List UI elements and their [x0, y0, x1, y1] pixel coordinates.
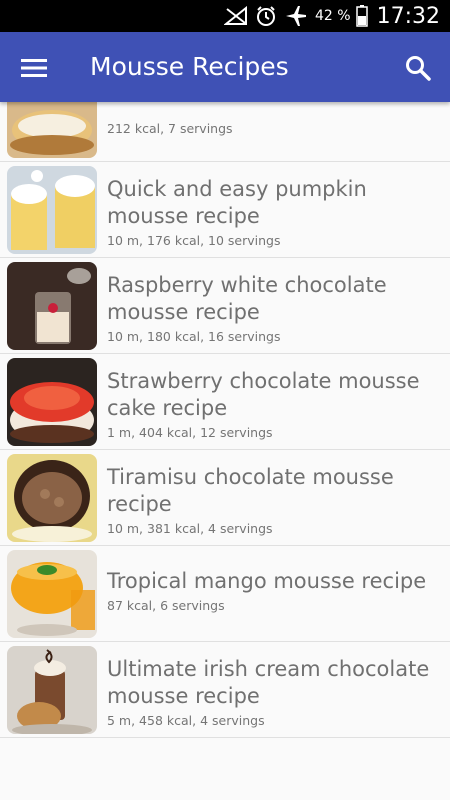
- recipe-title: Tropical mango mousse recipe: [107, 569, 427, 593]
- recipe-meta: 1 m, 404 kcal, 12 servings: [107, 425, 273, 440]
- recipe-thumbnail: [7, 262, 97, 350]
- app-bar: Mousse Recipes: [0, 32, 450, 102]
- recipe-title: Strawberry chocolate mousse cake recipe: [107, 369, 420, 420]
- recipe-thumbnail: [7, 166, 97, 254]
- recipe-meta: 5 m, 458 kcal, 4 servings: [107, 713, 265, 728]
- recipe-list-item[interactable]: Strawberry chocolate mousse cake recipe …: [0, 354, 450, 450]
- recipe-title: Tiramisu chocolate mousse recipe: [107, 465, 394, 516]
- recipe-list-item[interactable]: Raspberry white chocolate mousse recipe …: [0, 258, 450, 354]
- alarm-icon: [253, 5, 279, 27]
- recipe-list-item[interactable]: Tiramisu chocolate mousse recipe 10 m, 3…: [0, 450, 450, 546]
- recipe-list-item[interactable]: Quick and easy pumpkin mousse recipe 10 …: [0, 162, 450, 258]
- recipe-list-item[interactable]: Ultimate irish cream chocolate mousse re…: [0, 642, 450, 738]
- clock-time: 17:32: [376, 3, 440, 29]
- recipe-meta: 212 kcal, 7 servings: [107, 121, 233, 136]
- recipe-thumbnail: [7, 550, 97, 638]
- recipe-meta: 10 m, 180 kcal, 16 servings: [107, 329, 281, 344]
- hamburger-menu-icon: [21, 59, 47, 77]
- no-signal-icon: [223, 5, 249, 27]
- recipe-list-item[interactable]: Tropical mango mousse recipe 87 kcal, 6 …: [0, 546, 450, 642]
- recipe-thumbnail: [7, 454, 97, 542]
- recipe-title: Ultimate irish cream chocolate mousse re…: [107, 657, 430, 708]
- search-icon: [406, 56, 431, 81]
- recipe-list-item[interactable]: 212 kcal, 7 servings: [0, 102, 450, 162]
- search-button[interactable]: [398, 48, 438, 88]
- recipe-meta: 87 kcal, 6 servings: [107, 598, 225, 613]
- recipe-title: Quick and easy pumpkin mousse recipe: [107, 177, 367, 228]
- menu-button[interactable]: [14, 48, 54, 88]
- battery-icon: [355, 5, 369, 27]
- recipe-title: Raspberry white chocolate mousse recipe: [107, 273, 387, 324]
- page-title: Mousse Recipes: [90, 52, 289, 81]
- recipe-thumbnail: [7, 646, 97, 734]
- battery-percent: 42 %: [315, 8, 351, 24]
- status-bar: 42 % 17:32: [0, 0, 450, 32]
- recipe-meta: 10 m, 176 kcal, 10 servings: [107, 233, 281, 248]
- recipe-meta: 10 m, 381 kcal, 4 servings: [107, 521, 273, 536]
- recipe-thumbnail: [7, 102, 97, 158]
- recipe-list[interactable]: 212 kcal, 7 servings Quick and easy pump…: [0, 102, 450, 800]
- recipe-thumbnail: [7, 358, 97, 446]
- airplane-icon: [283, 5, 309, 27]
